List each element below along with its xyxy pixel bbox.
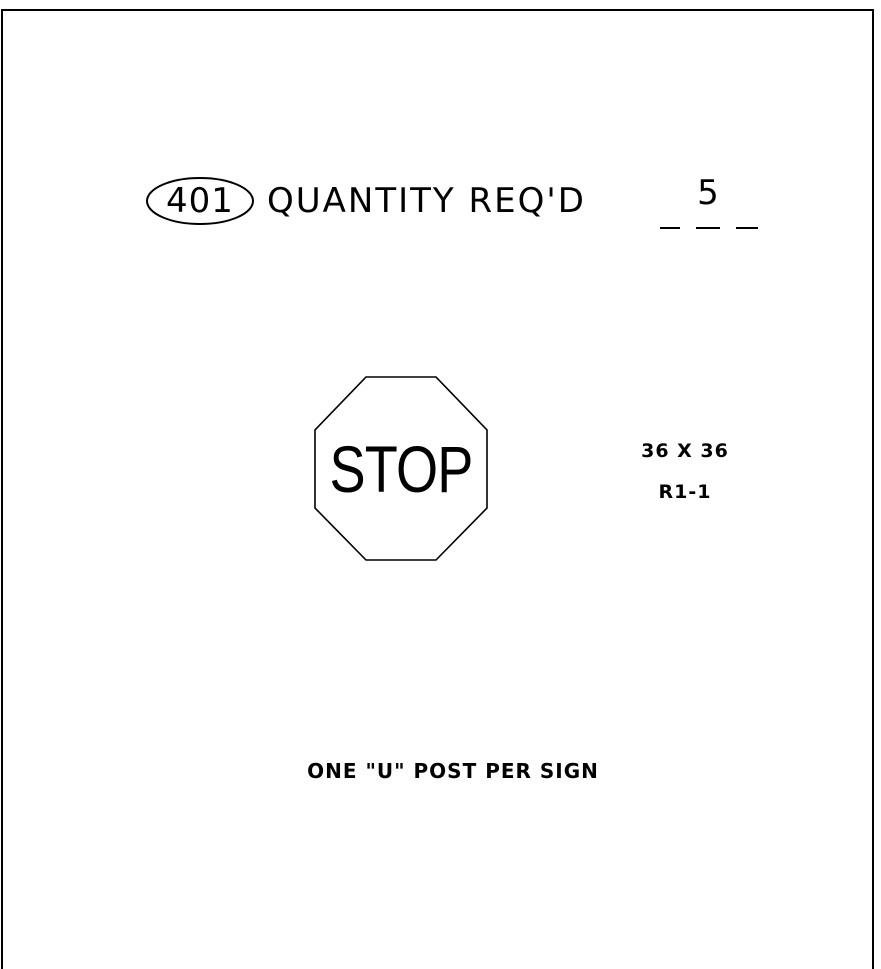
quantity-label: QUANTITY REQ'D (267, 181, 586, 221)
stop-sign-legend: STOP (329, 432, 473, 506)
item-number: 401 (166, 181, 234, 221)
stop-sign: STOP (313, 376, 489, 562)
quantity-underline (660, 227, 758, 229)
sign-size: 36 X 36 (641, 440, 729, 462)
post-note: ONE "U" POST PER SIGN (307, 759, 599, 783)
sign-code: R1-1 (658, 481, 712, 503)
quantity-field: 5 (658, 171, 768, 233)
quantity-value: 5 (697, 173, 719, 213)
item-number-oval: 401 (145, 176, 255, 226)
drawing-sheet: 401 QUANTITY REQ'D 5 STOP 36 X 36 R1-1 O… (1, 9, 874, 969)
